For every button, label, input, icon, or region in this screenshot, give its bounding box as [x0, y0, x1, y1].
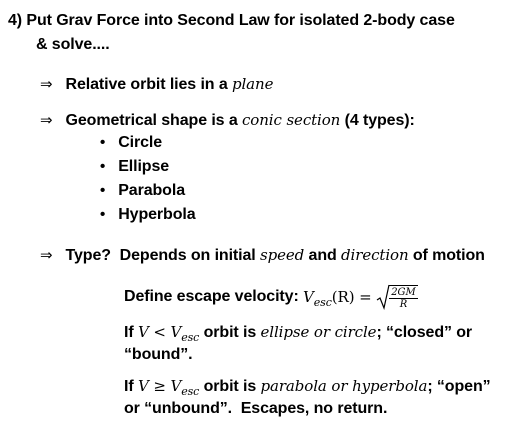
case-closed-condition: V < Vesc: [137, 323, 200, 344]
case-open-italic: parabola or hyperbola: [260, 377, 428, 395]
bullet-icon: •: [100, 134, 106, 151]
escape-velocity-formula: Vesc(R) =: [303, 288, 372, 309]
case-closed-italic: ellipse or circle: [260, 323, 377, 341]
point-type-italic-direction: direction: [341, 246, 409, 264]
case-closed-line-2: “bound”.: [124, 346, 193, 363]
case-closed-line-1: If V < Vesc orbit is ellipse or circle; …: [124, 323, 473, 344]
list-item: • Hyperbola: [100, 206, 196, 224]
square-root-icon: 2GM R: [376, 284, 418, 311]
bullet-icon: •: [100, 158, 106, 175]
bullet-icon: •: [100, 182, 106, 199]
point-conic-text-after: (4 types):: [344, 112, 415, 129]
list-item-label: Hyperbola: [118, 206, 196, 223]
bullet-icon: •: [100, 206, 106, 223]
point-type-text-2: of motion: [412, 247, 485, 264]
list-item-label: Parabola: [118, 182, 185, 199]
list-item-label: Ellipse: [118, 158, 170, 175]
escape-velocity-definition: Define escape velocity: Vesc(R) = 2GM R: [124, 284, 418, 311]
case-open-line-1: If V ≥ Vesc orbit is parabola or hyperbo…: [124, 377, 491, 398]
point-conic: ⇒ Geometrical shape is a conic section (…: [40, 111, 415, 130]
case-open-line-2: or “unbound”. Escapes, no return.: [124, 400, 388, 417]
point-type: ⇒ Type? Depends on initial speed and dir…: [40, 246, 485, 265]
slide-page: 4) Put Grav Force into Second Law for is…: [0, 0, 515, 434]
point-type-label: Type?: [65, 247, 112, 264]
point-conic-text-before: Geometrical shape is a: [65, 112, 238, 129]
heading-line-1: 4) Put Grav Force into Second Law for is…: [8, 12, 455, 29]
point-type-text-1: Depends on initial: [119, 247, 256, 264]
list-item-label: Circle: [118, 134, 163, 151]
list-item: • Circle: [100, 134, 162, 152]
list-item: • Ellipse: [100, 158, 169, 176]
point-plane: ⇒ Relative orbit lies in a plane: [40, 75, 273, 94]
point-conic-italic: conic section: [241, 111, 341, 129]
case-open-condition: V ≥ Vesc: [137, 377, 200, 398]
implies-arrow-icon: ⇒: [40, 246, 53, 264]
point-type-italic-speed: speed: [260, 246, 305, 264]
escape-fraction: 2GM R: [389, 286, 418, 310]
heading-line-2: & solve....: [36, 36, 110, 53]
escape-velocity-label: Define escape velocity:: [124, 288, 299, 305]
point-plane-text: Relative orbit lies in a: [65, 76, 228, 93]
point-plane-italic: plane: [231, 75, 274, 93]
implies-arrow-icon: ⇒: [40, 111, 53, 129]
list-item: • Parabola: [100, 182, 185, 200]
point-type-and: and: [308, 247, 337, 264]
implies-arrow-icon: ⇒: [40, 75, 53, 93]
